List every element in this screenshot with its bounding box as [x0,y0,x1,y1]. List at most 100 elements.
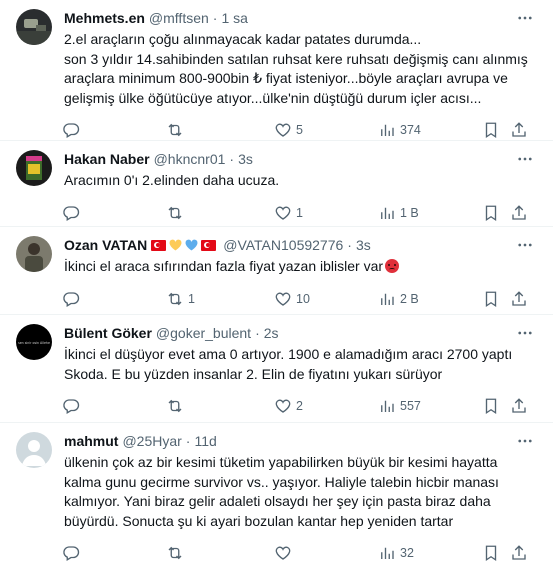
bookmark-button[interactable] [482,396,500,416]
author-handle[interactable]: @goker_bulent [156,325,251,341]
avatar[interactable]: sen sinir osin Allehe [16,324,52,360]
author-handle[interactable]: @mfftsen [149,10,209,26]
reply-icon [63,546,80,561]
retweet-icon [168,292,182,305]
more-icon [518,243,532,247]
tr-flag-icon [151,239,167,251]
more-button[interactable] [515,431,535,451]
like-count: 1 [296,205,303,220]
views-count: 557 [400,399,421,413]
share-button[interactable] [510,543,528,563]
bookmark-button[interactable] [482,120,500,140]
tweet-text-line: Skoda. E bu yüzden insanlar 2. Elin de f… [64,365,443,382]
name-emoji-group [151,239,219,251]
avatar[interactable] [16,150,52,186]
bookmark-icon [485,291,497,307]
views-icon [381,547,394,559]
avatar[interactable] [16,236,52,272]
tweet-content: mahmut @25Hyar · 11d ülkenin çok az bir … [62,431,537,576]
views-button[interactable]: 557 [378,396,421,416]
avatar-column [16,431,56,576]
reply-button[interactable] [62,396,80,416]
tweet-content: Hakan Naber @hkncnr01 · 3s Aracımın 0'ı … [62,149,537,226]
views-button[interactable]: 32 [378,543,414,563]
like-icon [275,292,291,306]
more-button[interactable] [515,149,535,169]
tweet-header: Bülent Göker @goker_bulent · 2s [64,323,537,343]
bookmark-icon [485,205,497,221]
retweet-button[interactable] [166,396,188,416]
bookmark-button[interactable] [482,543,500,563]
author-name[interactable]: Bülent Göker [64,325,152,341]
tweet[interactable]: Hakan Naber @hkncnr01 · 3s Aracımın 0'ı … [0,141,553,227]
like-button[interactable]: 5 [274,120,303,140]
retweet-button[interactable] [166,120,188,140]
tweet-text-line: kalmıyor. Yani biraz gelir adaleti olsay… [64,493,491,509]
reply-button[interactable] [62,543,80,563]
reply-icon [63,399,80,414]
tweet-time[interactable]: 3s [238,151,253,167]
more-button[interactable] [515,323,535,343]
avatar-column [16,235,56,314]
tweet[interactable]: Ozan VATAN @VATAN10592776 · 3s İkinci el… [0,227,553,315]
tweet[interactable]: mahmut @25Hyar · 11d ülkenin çok az bir … [0,423,553,576]
more-icon [518,157,532,161]
like-icon [275,206,291,220]
tweet-text-line: gelişmiş ülke öğütücüye atıyor...ülke'ni… [64,89,482,106]
reply-button[interactable] [62,289,80,309]
more-button[interactable] [515,8,535,28]
like-button[interactable]: 2 [274,396,303,416]
retweet-button[interactable] [166,203,188,223]
views-count: 1 B [400,205,419,220]
retweet-button[interactable]: 1 [166,289,195,309]
retweet-button[interactable] [166,543,188,563]
views-button[interactable]: 374 [378,120,421,140]
tweet-text-line: son 3 yıldır 14.sahibinden satılan ruhsa… [64,50,528,67]
views-count: 374 [400,123,421,137]
author-handle[interactable]: @25Hyar [122,433,181,449]
bookmark-button[interactable] [482,203,500,223]
retweet-icon [168,123,182,137]
author-handle[interactable]: @hkncnr01 [154,151,226,167]
retweet-icon [168,546,182,560]
tweet[interactable]: sen sinir osin Allehe Bülent Göker @goke… [0,315,553,423]
tweet-time[interactable]: 1 sa [221,10,247,26]
bookmark-icon [485,122,497,139]
bookmark-button[interactable] [482,289,500,309]
tr-flag-icon [201,239,217,251]
share-button[interactable] [510,289,528,309]
author-name[interactable]: mahmut [64,433,118,449]
angry-face-icon [385,259,400,273]
share-button[interactable] [510,203,528,223]
tweet-time[interactable]: 11d [194,433,216,449]
views-icon [381,293,394,305]
avatar[interactable] [16,9,52,45]
more-icon [518,16,532,20]
share-button[interactable] [510,396,528,416]
more-button[interactable] [515,235,535,255]
author-handle[interactable]: @VATAN10592776 [223,237,343,253]
views-button[interactable]: 1 B [378,203,419,223]
author-name[interactable]: Hakan Naber [64,151,150,167]
tweet-text-line: araçlara minimum 800-900bin ₺ fiyat iste… [64,70,508,86]
views-button[interactable]: 2 B [378,289,419,309]
tweet[interactable]: Mehmets.en @mfftsen · 1 sa 2.el araçları… [0,0,553,141]
tweet-content: Ozan VATAN @VATAN10592776 · 3s İkinci el… [62,235,537,314]
avatar[interactable] [16,432,52,468]
author-name[interactable]: Mehmets.en [64,10,145,26]
tweet-text-line: Aracımın 0'ı 2.elinden daha ucuza. [64,172,280,188]
tweet-time[interactable]: 3s [356,237,371,253]
like-button[interactable] [274,543,296,563]
tweet-text-line: kalma gunu gecirme survivor vs.. yaşıyor… [64,473,499,490]
reply-button[interactable] [62,203,80,223]
like-button[interactable]: 1 [274,203,303,223]
like-button[interactable]: 10 [274,289,310,309]
avatar-caption: sen sinir osin Allehe [18,341,50,345]
share-button[interactable] [510,120,528,140]
tweet-header: Mehmets.en @mfftsen · 1 sa [64,8,537,28]
yellow-heart-icon [169,239,182,251]
author-name[interactable]: Ozan VATAN [64,237,147,253]
tweet-time[interactable]: 2s [264,325,279,341]
reply-button[interactable] [62,120,80,140]
avatar-column [16,149,56,226]
